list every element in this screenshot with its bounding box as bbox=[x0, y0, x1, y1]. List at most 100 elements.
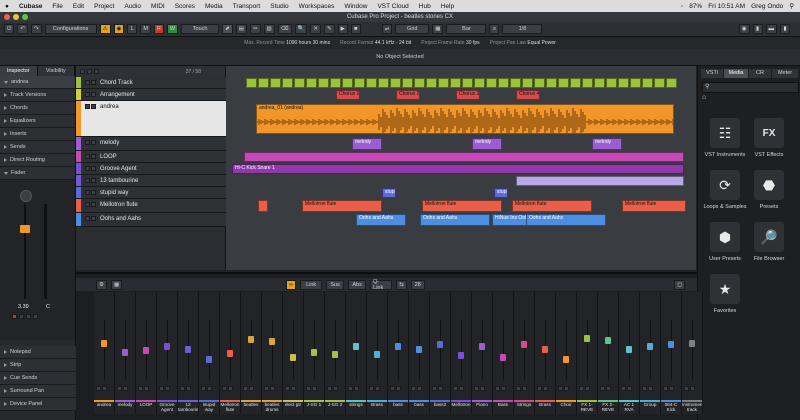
monitor-icon[interactable]: ◉ bbox=[113, 24, 125, 34]
channel-name[interactable]: FX 2-REVE bbox=[598, 400, 618, 414]
channel-strip[interactable]: bass bbox=[388, 292, 409, 414]
tile-vst-effects[interactable]: VST Effects bbox=[744, 152, 794, 158]
channel-fader[interactable] bbox=[332, 351, 338, 358]
channel-strip[interactable]: bass2 bbox=[430, 292, 451, 414]
channel-name[interactable]: 13 tambourine bbox=[178, 400, 198, 414]
inspector-section-cue-sends[interactable]: Cue Sends bbox=[0, 372, 76, 385]
mute-button[interactable] bbox=[243, 386, 248, 391]
menu-file[interactable]: File bbox=[47, 3, 67, 10]
tab-visibility[interactable]: Visibility bbox=[37, 66, 75, 76]
event-clip[interactable] bbox=[594, 78, 605, 88]
mute-button[interactable] bbox=[264, 386, 269, 391]
channel-fader[interactable] bbox=[521, 341, 527, 348]
status-frame-rate[interactable]: Project Frame Rate 30 fps bbox=[421, 40, 479, 46]
channel-name[interactable]: melody bbox=[115, 400, 135, 414]
event-clip[interactable]: Oohs and Aahs bbox=[356, 214, 406, 226]
channel-fader[interactable] bbox=[416, 346, 422, 353]
loops-samples-icon[interactable]: ⟳ bbox=[710, 170, 740, 200]
event-clip[interactable]: Chorus 3 bbox=[456, 90, 480, 100]
channel-strip[interactable]: FX 1-REVE bbox=[577, 292, 598, 414]
menu-transport[interactable]: Transport bbox=[228, 3, 266, 10]
channel-name[interactable]: FX 1-REVE bbox=[577, 400, 597, 414]
solo-button[interactable] bbox=[690, 386, 695, 391]
event-clip[interactable]: melody bbox=[472, 138, 502, 150]
automation-mode-dropdown[interactable]: Touch bbox=[181, 24, 220, 34]
solo-button[interactable] bbox=[291, 386, 296, 391]
event-clip[interactable]: Chorus 1 bbox=[336, 90, 360, 100]
file-browser-icon[interactable]: 🔎 bbox=[754, 222, 784, 252]
mute-button[interactable] bbox=[369, 386, 374, 391]
event-clip[interactable] bbox=[306, 78, 317, 88]
mute-button[interactable] bbox=[453, 386, 458, 391]
channel-fader[interactable] bbox=[458, 352, 464, 359]
solo-button[interactable] bbox=[585, 386, 590, 391]
mute-button[interactable] bbox=[85, 216, 90, 221]
event-clip[interactable] bbox=[378, 78, 389, 88]
channel-width-icon[interactable]: ⇆ bbox=[396, 279, 407, 290]
solo-button[interactable] bbox=[480, 386, 485, 391]
status-pan-law[interactable]: Project Pan Law Equal Power bbox=[490, 40, 556, 46]
track-13-tambourine[interactable]: 13 tambourine bbox=[76, 175, 226, 187]
menu-app[interactable]: Cubase bbox=[14, 3, 47, 10]
inspector-section-device-panel[interactable]: Device Panel bbox=[0, 398, 76, 411]
channel-fader[interactable] bbox=[269, 338, 275, 345]
channel-name[interactable]: J-SG 1 bbox=[304, 400, 324, 414]
channel-fader[interactable] bbox=[227, 350, 233, 357]
activate-project-icon[interactable]: ⏻ bbox=[4, 24, 15, 34]
channel-name[interactable]: beatles bbox=[241, 400, 261, 414]
redo-icon[interactable]: ↷ bbox=[30, 24, 42, 34]
color-menu-icon[interactable]: ◉ bbox=[738, 24, 750, 34]
channel-strip[interactable]: Mellotron flute bbox=[220, 292, 241, 414]
channel-fader[interactable] bbox=[185, 346, 191, 353]
color-tool-icon[interactable]: ■ bbox=[350, 24, 361, 34]
volume-value[interactable]: 3.39 bbox=[18, 304, 29, 310]
channel-name[interactable]: J-SG 2 bbox=[325, 400, 345, 414]
channel-fader[interactable] bbox=[290, 354, 296, 361]
track-arrangement[interactable]: Arrangement bbox=[76, 89, 226, 101]
solo-button[interactable] bbox=[249, 386, 254, 391]
read-automation-icon[interactable]: R bbox=[153, 24, 164, 34]
mute-button[interactable] bbox=[201, 386, 206, 391]
event-clip[interactable] bbox=[510, 78, 521, 88]
mute-all-icon[interactable] bbox=[87, 69, 92, 74]
channel-strip[interactable]: Mellotron bbox=[451, 292, 472, 414]
user-name[interactable]: Greg Ondo bbox=[751, 3, 783, 10]
solo-button[interactable] bbox=[186, 386, 191, 391]
channel-count[interactable]: 28 bbox=[410, 279, 425, 290]
event-clip[interactable] bbox=[402, 78, 413, 88]
layout-bottom-icon[interactable]: ▬ bbox=[765, 24, 777, 34]
presets-icon[interactable]: ⬣ bbox=[754, 170, 784, 200]
channel-fader[interactable] bbox=[395, 343, 401, 350]
wifi-icon[interactable]: ◦ bbox=[681, 3, 683, 10]
mute-button[interactable] bbox=[85, 166, 90, 171]
event-clip[interactable] bbox=[366, 78, 377, 88]
mute-button[interactable] bbox=[180, 386, 185, 391]
mute-button[interactable] bbox=[85, 92, 90, 97]
layout-left-icon[interactable]: ▮ bbox=[752, 24, 763, 34]
channel-fader[interactable] bbox=[647, 343, 653, 350]
channel-strip[interactable]: J-SG 1 bbox=[304, 292, 325, 414]
track-name[interactable]: Chord Track bbox=[96, 77, 133, 86]
constrain-delay-icon[interactable]: ⚠ bbox=[99, 24, 111, 34]
event-clip[interactable] bbox=[570, 78, 581, 88]
tile-user-presets[interactable]: User Presets bbox=[700, 256, 750, 262]
erase-tool-icon[interactable]: ⌫ bbox=[277, 24, 292, 34]
channel-strip[interactable]: Piano bbox=[472, 292, 493, 414]
mute-button[interactable] bbox=[390, 386, 395, 391]
inspector-section-direct-routing[interactable]: Direct Routing bbox=[0, 154, 75, 167]
minimize-window-icon[interactable] bbox=[13, 14, 19, 20]
channel-strip[interactable]: andrea bbox=[94, 292, 115, 414]
event-clip[interactable]: stupid bbox=[494, 188, 508, 198]
search-icon[interactable]: ⚲ bbox=[789, 2, 794, 10]
menu-edit[interactable]: Edit bbox=[68, 3, 89, 10]
mute-button[interactable] bbox=[85, 154, 90, 159]
add-track-icon[interactable] bbox=[80, 69, 85, 74]
inspector-track-name[interactable]: andrea bbox=[0, 76, 75, 89]
track-name[interactable]: LOOP bbox=[96, 151, 117, 160]
event-clip[interactable] bbox=[414, 78, 425, 88]
event-clip[interactable]: Mellotron flute bbox=[422, 200, 502, 212]
event-clip[interactable] bbox=[318, 78, 329, 88]
menu-help[interactable]: Help bbox=[436, 3, 459, 10]
quantize-dropdown[interactable]: 1/8 bbox=[502, 24, 543, 34]
mute-button[interactable] bbox=[85, 104, 90, 109]
